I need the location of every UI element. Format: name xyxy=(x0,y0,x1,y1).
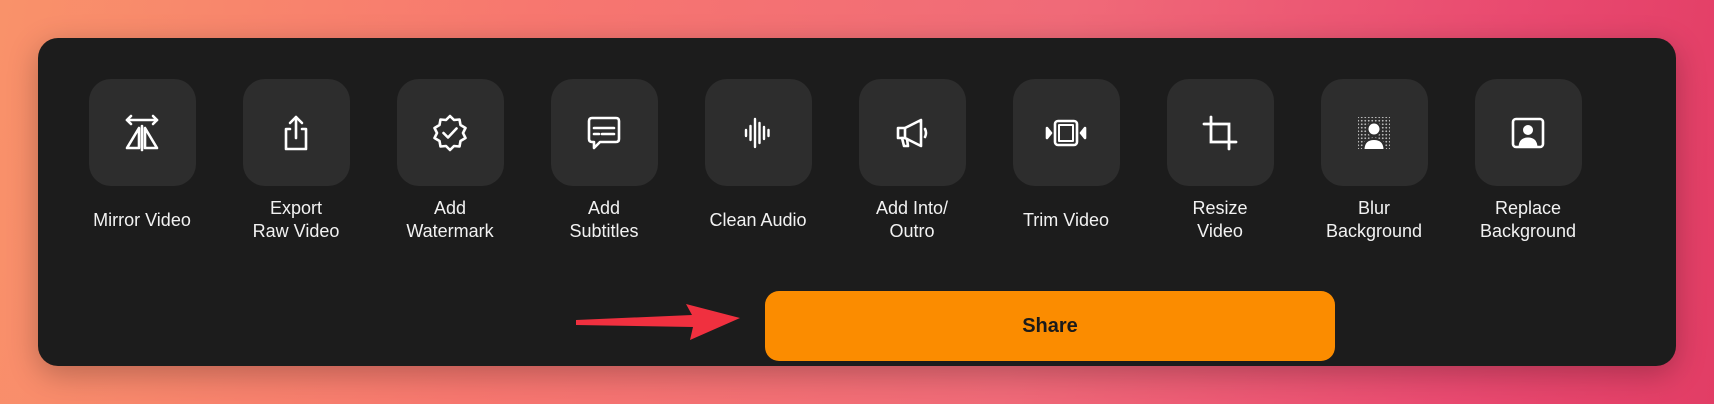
resize-video-button[interactable]: Resize Video xyxy=(1143,79,1297,244)
pointer-arrow xyxy=(576,304,740,340)
tool-label: Add Into/ Outro xyxy=(875,198,949,241)
megaphone-icon xyxy=(896,118,928,147)
subtitles-icon xyxy=(587,116,621,149)
tool-grid: Mirror Video Export Raw Video Add Waterm… xyxy=(38,79,1676,259)
tool-label: Add Subtitles xyxy=(569,198,639,241)
trim-video-tile[interactable] xyxy=(1012,79,1120,186)
trim-video-button[interactable]: Trim Video xyxy=(989,79,1143,244)
tool-label: Resize Video xyxy=(1192,198,1248,241)
badge-check-icon xyxy=(433,114,467,151)
export-icon xyxy=(284,115,308,150)
add-subtitles-button[interactable]: Add Subtitles xyxy=(527,79,681,244)
tool-label: Replace Background xyxy=(1479,198,1577,241)
blur-background-tile[interactable] xyxy=(1320,79,1428,186)
blur-person-icon xyxy=(1358,116,1390,149)
tool-label: Add Watermark xyxy=(406,198,494,241)
tool-label: Blur Background xyxy=(1325,198,1423,241)
replace-background-tile[interactable] xyxy=(1474,79,1582,186)
add-intro-outro-button[interactable]: Add Into/ Outro xyxy=(835,79,989,244)
resize-video-tile[interactable] xyxy=(1166,79,1274,186)
trim-icon xyxy=(1045,119,1087,146)
mirror-icon xyxy=(125,114,159,151)
add-watermark-button[interactable]: Add Watermark xyxy=(373,79,527,244)
add-intro-outro-tile[interactable] xyxy=(858,79,966,186)
tool-label: Export Raw Video xyxy=(252,198,340,241)
tool-label: Mirror Video xyxy=(93,209,191,230)
add-watermark-tile[interactable] xyxy=(396,79,504,186)
replace-background-button[interactable]: Replace Background xyxy=(1451,79,1605,244)
clean-audio-button[interactable]: Clean Audio xyxy=(681,79,835,244)
waveform-icon xyxy=(744,117,770,148)
blur-background-button[interactable]: Blur Background xyxy=(1297,79,1451,244)
export-raw-video-tile[interactable] xyxy=(242,79,350,186)
tool-label: Trim Video xyxy=(1022,209,1110,230)
clean-audio-tile[interactable] xyxy=(704,79,812,186)
crop-icon xyxy=(1202,115,1238,150)
mirror-video-button[interactable]: Mirror Video xyxy=(65,79,219,244)
add-subtitles-tile[interactable] xyxy=(550,79,658,186)
share-panel: Mirror Video Export Raw Video Add Waterm… xyxy=(38,38,1676,366)
share-button[interactable]: Share xyxy=(765,291,1335,361)
mirror-video-tile[interactable] xyxy=(88,79,196,186)
export-raw-video-button[interactable]: Export Raw Video xyxy=(219,79,373,244)
tool-label: Clean Audio xyxy=(709,209,807,230)
person-frame-icon xyxy=(1511,117,1545,148)
